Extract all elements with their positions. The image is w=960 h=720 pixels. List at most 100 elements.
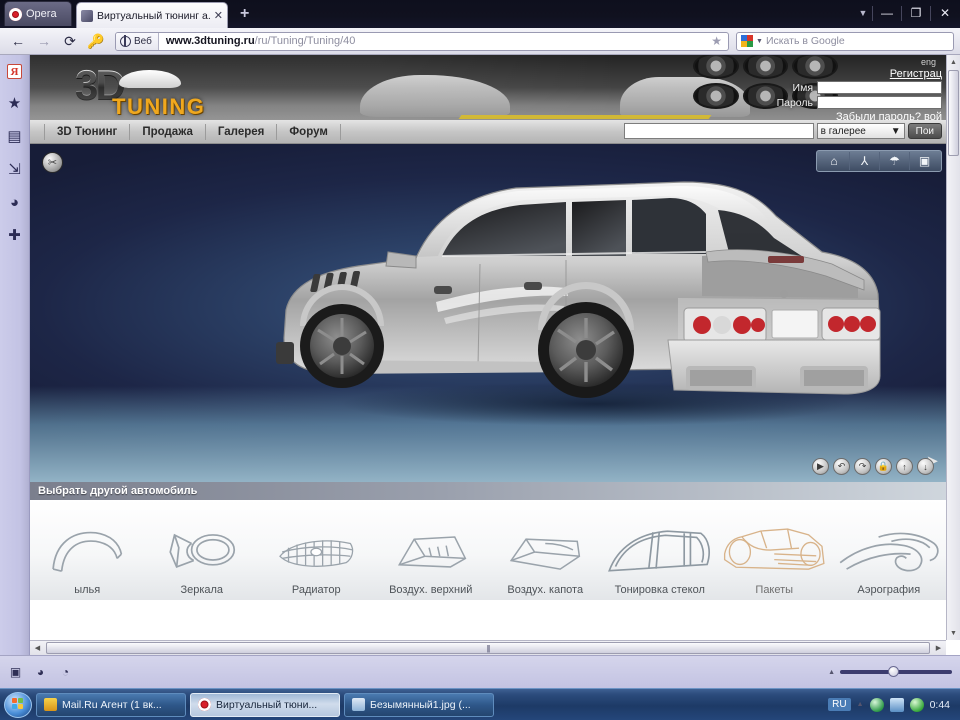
page-viewport: 3D TUNING eng Регистрац Имя Пароль <box>30 55 960 655</box>
notes-icon[interactable]: ▤ <box>6 127 24 145</box>
tray-icon-2[interactable] <box>890 698 904 712</box>
navigation-toolbar: ← → ⟳ 🔑 Веб www.3dtuning.ru/ru/Tuning/Tu… <box>0 28 960 55</box>
part-label: Радиатор <box>292 584 341 596</box>
lock-button[interactable]: 🔒 <box>875 458 892 475</box>
chevron-down-icon[interactable]: ▼ <box>855 2 871 24</box>
windows-taskbar: Mail.Ru Агент (1 вк... Виртуальный тюни.… <box>0 688 960 720</box>
scroll-right-icon[interactable]: ▶ <box>931 644 946 652</box>
tray-icon-3[interactable] <box>910 698 924 712</box>
new-tab-button[interactable]: + <box>240 5 249 23</box>
part-label: Воздух. верхний <box>389 584 472 596</box>
zoom-control[interactable]: ▲ <box>828 669 952 676</box>
car-render-image[interactable] <box>266 160 896 430</box>
taskbar-item-label: Mail.Ru Агент (1 вк... <box>62 699 162 711</box>
name-field[interactable] <box>817 81 942 94</box>
car-viewer-stage[interactable]: ✂ ⌂ ⅄ ☂ ▣ <box>30 144 946 482</box>
nav-item-sale[interactable]: Продажа <box>130 124 206 140</box>
zoom-slider[interactable] <box>840 670 952 674</box>
nav-item-forum[interactable]: Форум <box>277 124 340 140</box>
chevron-down-icon[interactable]: ▼ <box>756 38 763 45</box>
rotate-right-button[interactable]: ↷ <box>854 458 871 475</box>
part-item-airbrush[interactable]: Аэрография <box>832 500 947 600</box>
panel-toggle-icon[interactable]: ▣ <box>8 665 23 680</box>
address-bar[interactable]: Веб www.3dtuning.ru/ru/Tuning/Tuning/40 … <box>115 32 729 51</box>
restore-button[interactable]: ❐ <box>903 2 929 24</box>
zoom-slider-thumb[interactable] <box>888 666 899 677</box>
play-button[interactable]: ▶ <box>812 458 829 475</box>
tools-icon[interactable]: ✂ <box>42 152 63 173</box>
part-item-air-hood[interactable]: Воздух. капота <box>488 500 603 600</box>
vertical-scroll-thumb[interactable] <box>948 70 959 156</box>
nav-item-tuning[interactable]: 3D Тюнинг <box>44 124 130 140</box>
google-icon <box>741 35 753 47</box>
show-hidden-icons-icon[interactable]: ▲ <box>857 701 864 708</box>
close-icon[interactable]: ✕ <box>214 9 223 22</box>
horizontal-scroll-thumb[interactable]: ||| <box>46 642 930 654</box>
site-search-scope-select[interactable]: в галерее ▼ <box>817 123 905 139</box>
language-switch[interactable]: eng <box>742 57 936 67</box>
nav-item-gallery[interactable]: Галерея <box>206 124 277 140</box>
images-mode-icon[interactable]: ◕ <box>33 665 48 680</box>
add-panel-icon[interactable]: ✚ <box>6 226 24 244</box>
taskbar-item-label: Безымянный1.jpg (... <box>370 699 471 711</box>
taskbar-item-opera[interactable]: Виртуальный тюни... <box>190 693 340 717</box>
bookmark-star-icon[interactable]: ★ <box>705 34 728 48</box>
clock[interactable]: 0:44 <box>930 699 950 711</box>
web-badge[interactable]: Веб <box>116 33 159 50</box>
page-mode-icon[interactable]: ◔ <box>58 665 73 680</box>
bookmarks-star-icon[interactable]: ★ <box>6 94 24 112</box>
taskbar-item-image[interactable]: Безымянный1.jpg (... <box>344 693 494 717</box>
choose-another-car-bar[interactable]: Выбрать другой автомобиль <box>30 482 946 500</box>
chevron-down-icon: ▼ <box>891 126 901 137</box>
part-item-mirrors[interactable]: Зеркала <box>145 500 260 600</box>
scope-value: в галерее <box>821 126 866 137</box>
scroll-left-icon[interactable]: ◀ <box>30 644 45 652</box>
site-search-input[interactable] <box>624 123 814 139</box>
reload-icon[interactable]: ⟳ <box>58 31 82 51</box>
part-label: Пакеты <box>755 584 793 596</box>
camera-icon[interactable]: ▣ <box>909 152 939 170</box>
stage-controls: ▶ ↶ ↷ 🔒 ↑ ↓ <box>812 458 934 475</box>
history-clock-icon[interactable]: ◕ <box>6 193 24 211</box>
signin-link[interactable]: вой <box>924 111 942 120</box>
part-item-radiator[interactable]: Радиатор <box>259 500 374 600</box>
login-password-row: Пароль <box>742 96 942 109</box>
vertical-scrollbar[interactable]: ▲ ▼ <box>946 55 960 640</box>
taskbar-item-mailru[interactable]: Mail.Ru Агент (1 вк... <box>36 693 186 717</box>
forward-icon[interactable]: → <box>32 31 56 51</box>
tray-icon-1[interactable] <box>870 698 884 712</box>
desktop: Opera Виртуальный тюнинг а... ✕ + ▼ — ❐ … <box>0 0 960 720</box>
scroll-up-icon[interactable]: ▲ <box>947 55 960 69</box>
system-tray: RU ▲ 0:44 <box>828 698 956 712</box>
part-item-window-tint[interactable]: Тонировка стекол <box>603 500 718 600</box>
site-search-button[interactable]: Пои <box>908 123 942 139</box>
language-indicator[interactable]: RU <box>828 698 850 711</box>
browser-tab[interactable]: Виртуальный тюнинг а... ✕ <box>76 2 228 28</box>
close-window-button[interactable]: ✕ <box>932 2 958 24</box>
site-logo[interactable]: 3D TUNING <box>75 61 225 117</box>
mirror-icon <box>145 520 260 584</box>
rotate-left-button[interactable]: ↶ <box>833 458 850 475</box>
login-links: Забыли пароль? вой <box>742 111 942 120</box>
minimize-button[interactable]: — <box>874 2 900 24</box>
start-button[interactable] <box>4 692 32 718</box>
search-input[interactable]: ▼ Искать в Google <box>736 32 954 51</box>
divider <box>901 6 902 21</box>
horizontal-scrollbar[interactable]: ◀ ||| ▶ <box>30 640 946 655</box>
yandex-icon[interactable]: Я <box>7 64 22 79</box>
part-item-air-top[interactable]: Воздух. верхний <box>374 500 489 600</box>
forgot-password-link[interactable]: Забыли пароль? <box>836 111 921 120</box>
password-field[interactable] <box>817 96 942 109</box>
upload-button[interactable]: ↑ <box>896 458 913 475</box>
chevron-up-icon[interactable]: ▲ <box>828 669 835 676</box>
scroll-down-icon[interactable]: ▼ <box>947 626 960 640</box>
register-link[interactable]: Регистрац <box>742 68 942 80</box>
links-icon[interactable]: ⇲ <box>6 160 24 178</box>
back-icon[interactable]: ← <box>6 31 30 51</box>
part-item-fender[interactable]: ылья <box>30 500 145 600</box>
web-badge-label: Веб <box>134 36 152 47</box>
key-icon[interactable]: 🔑 <box>84 31 108 51</box>
part-item-bodykit[interactable]: Пакеты <box>717 500 832 600</box>
opera-menu-button[interactable]: Opera <box>4 1 72 26</box>
download-button[interactable]: ↓ <box>917 458 934 475</box>
